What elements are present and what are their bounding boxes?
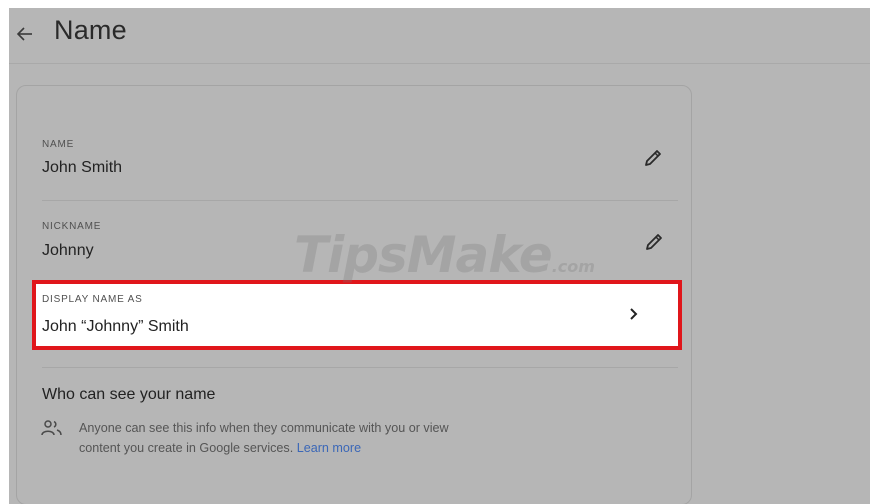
name-settings-screen: Name NAME John Smith NICKNAME Johnny Who… (9, 8, 870, 504)
name-field-row[interactable]: NAME John Smith (42, 86, 678, 201)
visibility-description: Anyone can see this info when they commu… (79, 419, 469, 458)
name-value: John Smith (42, 159, 123, 176)
pencil-icon[interactable] (643, 231, 665, 253)
nickname-value: Johnny (42, 242, 94, 259)
pencil-icon[interactable] (642, 147, 664, 169)
back-button[interactable] (13, 22, 37, 46)
visibility-title: Who can see your name (42, 386, 216, 403)
visibility-text: Anyone can see this info when they commu… (79, 421, 449, 455)
display-name-label: DISPLAY NAME AS (42, 294, 143, 305)
page-header: Name (9, 8, 870, 64)
divider (42, 367, 678, 368)
chevron-right-icon (630, 308, 638, 320)
page-title: Name (54, 15, 127, 45)
arrow-left-icon (16, 27, 32, 41)
display-name-row[interactable]: DISPLAY NAME AS John “Johnny” Smith (32, 280, 682, 350)
people-icon (41, 420, 62, 436)
nickname-label: NICKNAME (42, 221, 102, 232)
display-name-value: John “Johnny” Smith (42, 318, 189, 335)
learn-more-link[interactable]: Learn more (297, 441, 361, 455)
nickname-field-row[interactable]: NICKNAME Johnny (42, 201, 678, 285)
name-label: NAME (42, 139, 75, 150)
